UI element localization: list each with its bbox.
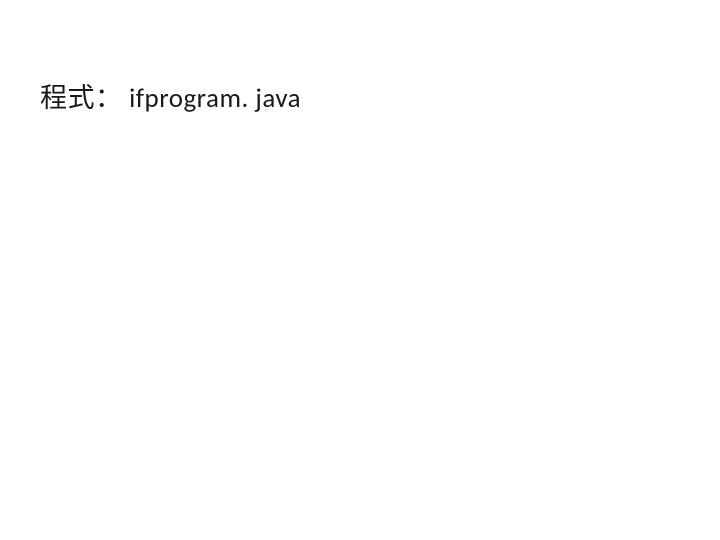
program-filename: ifprogram. java — [129, 82, 301, 115]
title-line: 程式： ifprogram. java — [40, 76, 301, 115]
slide-content: 程式： ifprogram. java — [40, 76, 301, 115]
program-label: 程式： — [40, 82, 123, 115]
